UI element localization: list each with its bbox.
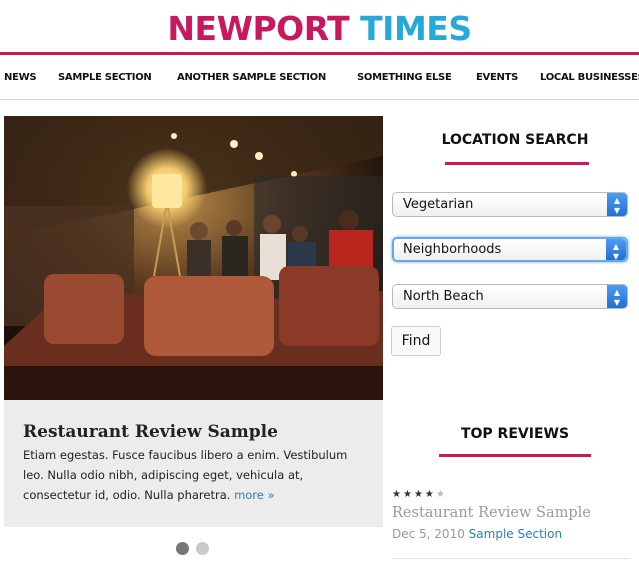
review-section-link[interactable]: Sample Section <box>469 527 562 541</box>
select-arrows-icon: ▲ ▼ <box>607 285 627 308</box>
more-link[interactable]: more » <box>234 488 274 502</box>
select-arrows-icon: ▲ ▼ <box>606 239 626 261</box>
logo-word-times: TIMES <box>360 9 472 48</box>
nav-item-another-sample-section[interactable]: ANOTHER SAMPLE SECTION <box>177 72 326 83</box>
slider-dot[interactable] <box>176 542 189 555</box>
nav-item-local-businesses[interactable]: LOCAL BUSINESSES <box>540 72 639 83</box>
star-icon: ★ <box>392 489 403 500</box>
slider-dot[interactable] <box>196 542 209 555</box>
nav-divider <box>0 99 639 100</box>
main-nav: NEWS SAMPLE SECTION ANOTHER SAMPLE SECTI… <box>0 55 639 99</box>
review-date: Dec 5, 2010 <box>392 527 465 541</box>
star-icon: ★ <box>424 489 436 500</box>
site-logo[interactable]: NEWPORT TIMES <box>0 9 639 49</box>
slider-caption: Restaurant Review Sample Etiam egestas. … <box>4 400 383 527</box>
slider-image[interactable] <box>4 116 383 400</box>
find-button[interactable]: Find <box>391 326 441 356</box>
location-search-heading: LOCATION SEARCH <box>441 132 589 148</box>
logo-word-newport: NEWPORT <box>167 9 350 48</box>
masthead: NEWPORT TIMES <box>0 0 639 55</box>
neighborhood-select-value: North Beach <box>403 289 484 304</box>
rating-stars: ★★★★★ <box>392 489 447 500</box>
top-reviews-heading: TOP REVIEWS <box>460 426 570 442</box>
slider-title[interactable]: Restaurant Review Sample <box>23 422 278 442</box>
location-search-underline <box>445 162 589 165</box>
nav-item-events[interactable]: EVENTS <box>476 72 518 83</box>
review-title-link[interactable]: Restaurant Review Sample <box>392 505 591 521</box>
area-select-value: Neighborhoods <box>403 242 502 257</box>
nav-item-something-else[interactable]: SOMETHING ELSE <box>357 72 452 83</box>
review-meta: Dec 5, 2010 Sample Section <box>392 527 562 541</box>
slider-body-text: Etiam egestas. Fusce faucibus libero a e… <box>23 448 348 502</box>
select-arrows-icon: ▲ ▼ <box>607 193 627 216</box>
star-icon: ★ <box>402 489 414 500</box>
area-select[interactable]: Neighborhoods ▲ ▼ <box>392 237 628 262</box>
cuisine-select[interactable]: Vegetarian ▲ ▼ <box>392 192 628 217</box>
restaurant-interior-photo <box>4 116 383 400</box>
cuisine-select-value: Vegetarian <box>403 197 474 212</box>
nav-item-news[interactable]: NEWS <box>4 72 37 83</box>
star-icon: ★ <box>435 489 447 500</box>
review-divider <box>392 558 630 559</box>
star-icon: ★ <box>413 489 425 500</box>
neighborhood-select[interactable]: North Beach ▲ ▼ <box>392 284 628 309</box>
top-reviews-underline <box>439 454 591 457</box>
nav-item-sample-section[interactable]: SAMPLE SECTION <box>58 72 152 83</box>
slider-body: Etiam egestas. Fusce faucibus libero a e… <box>23 445 368 505</box>
